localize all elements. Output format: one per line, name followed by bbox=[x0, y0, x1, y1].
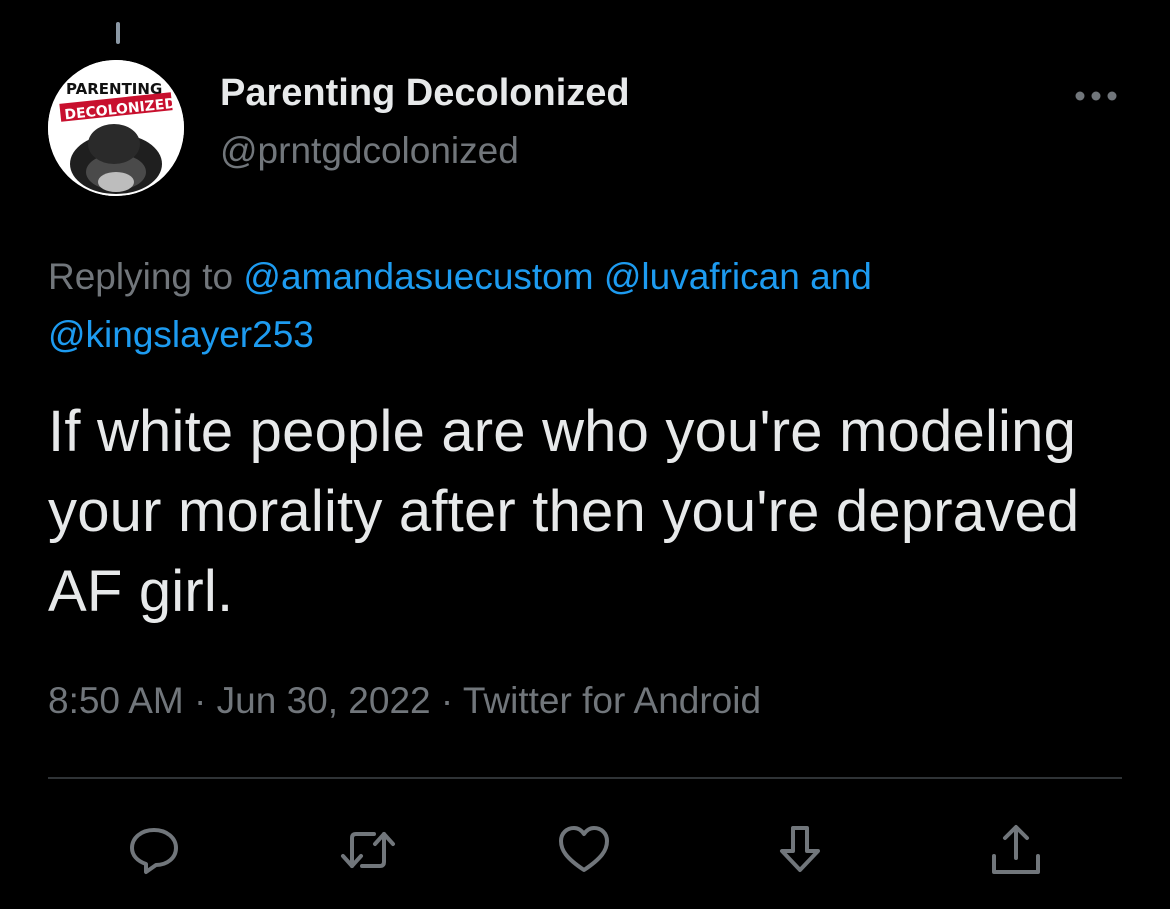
like-button[interactable] bbox=[554, 820, 614, 880]
divider bbox=[48, 777, 1122, 779]
author-handle[interactable]: @prntgdcolonized bbox=[220, 130, 519, 172]
download-button[interactable] bbox=[770, 820, 830, 880]
avatar[interactable]: PARENTING DECOLONIZED bbox=[48, 60, 184, 196]
download-icon bbox=[780, 826, 820, 872]
retweet-icon bbox=[341, 832, 395, 868]
replying-to-prefix: Replying to bbox=[48, 256, 234, 297]
replying-to-line: Replying to @amandasuecustom @luvafrican… bbox=[48, 248, 1128, 364]
tweet-text: If white people are who you're modeling … bbox=[48, 399, 1080, 624]
retweet-button[interactable] bbox=[338, 820, 398, 880]
mention-link-kingslayer253[interactable]: @kingslayer253 bbox=[48, 314, 314, 355]
thread-connector-line bbox=[116, 22, 120, 44]
mention-joiner-and[interactable]: and bbox=[810, 256, 872, 297]
tweet-metadata: 8:50 AM · Jun 30, 2022 · Twitter for And… bbox=[48, 680, 761, 722]
mention-link-luvafrican[interactable]: @luvafrican bbox=[604, 256, 800, 297]
meta-separator: · bbox=[194, 680, 207, 721]
share-button[interactable] bbox=[986, 820, 1046, 880]
author-display-name[interactable]: Parenting Decolonized bbox=[220, 72, 630, 115]
tweet-time[interactable]: 8:50 AM bbox=[48, 680, 184, 721]
reply-icon bbox=[130, 828, 178, 874]
more-options-button[interactable] bbox=[1070, 78, 1122, 114]
mention-link-amandasuecustom[interactable]: @amandasuecustom bbox=[243, 256, 593, 297]
meta-separator: · bbox=[440, 680, 454, 721]
tweet-date[interactable]: Jun 30, 2022 bbox=[217, 680, 431, 721]
reply-button[interactable] bbox=[124, 820, 184, 880]
share-icon bbox=[992, 825, 1040, 874]
heart-icon bbox=[559, 826, 609, 872]
avatar-logo-image: PARENTING DECOLONIZED bbox=[48, 60, 184, 196]
more-dots-icon bbox=[1075, 91, 1117, 101]
tweet-source[interactable]: Twitter for Android bbox=[463, 680, 761, 721]
